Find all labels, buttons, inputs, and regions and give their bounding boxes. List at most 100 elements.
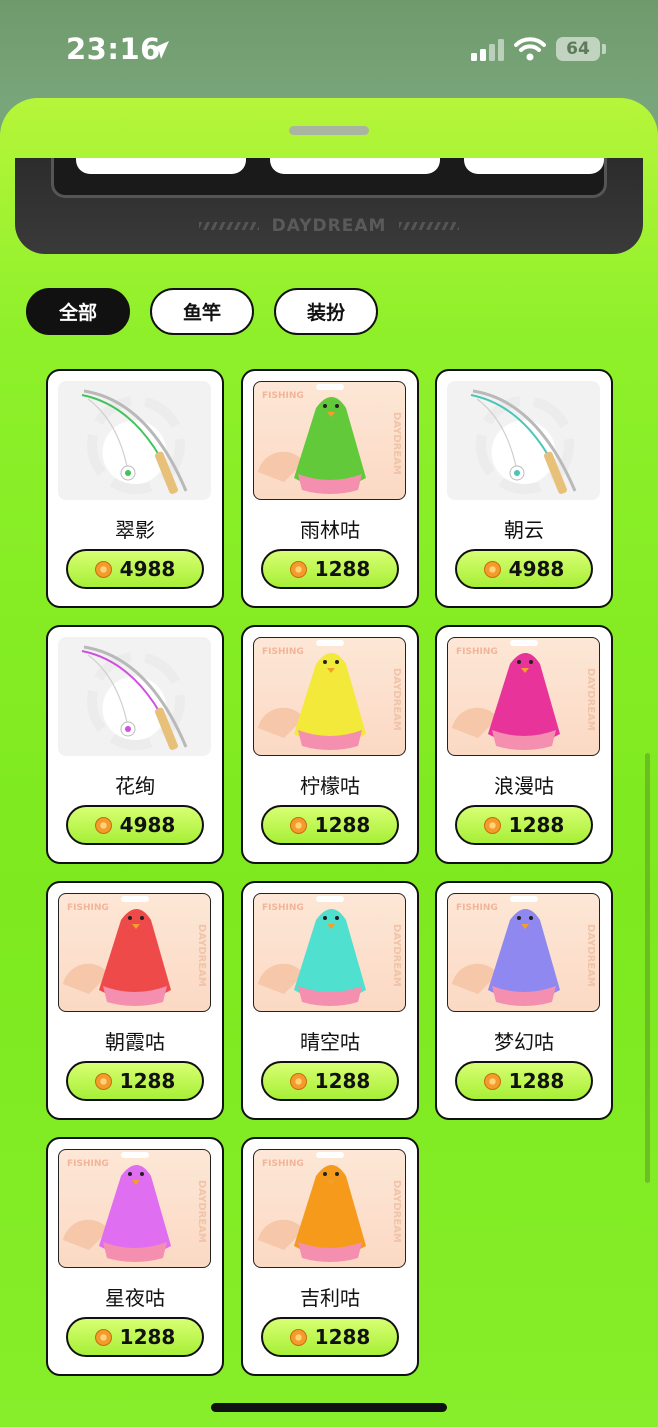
price-label: 1288	[314, 557, 371, 581]
buy-button[interactable]: 1288	[455, 805, 593, 845]
item-card[interactable]: FISHING DAYDREAM 柠檬咕 1288	[241, 625, 419, 864]
coin-icon	[289, 1328, 307, 1346]
gu-bird-image: FISHING DAYDREAM	[253, 1149, 406, 1268]
display-slot	[76, 158, 246, 174]
coin-icon	[289, 560, 307, 578]
price-label: 1288	[508, 813, 565, 837]
status-time: 23:16	[66, 32, 161, 66]
battery-cap	[602, 44, 606, 54]
item-card[interactable]: FISHING DAYDREAM 星夜咕 1288	[46, 1137, 224, 1376]
svg-text:DAYDREAM: DAYDREAM	[391, 1180, 402, 1243]
buy-button[interactable]: 1288	[66, 1061, 204, 1101]
svg-text:FISHING: FISHING	[262, 903, 304, 913]
item-name: 翠影	[115, 518, 155, 542]
buy-button[interactable]: 4988	[66, 805, 204, 845]
svg-text:FISHING: FISHING	[456, 903, 498, 913]
category-tabs: 全部 鱼竿 装扮	[26, 288, 378, 335]
buy-button[interactable]: 1288	[66, 1317, 204, 1357]
svg-text:DAYDREAM: DAYDREAM	[391, 668, 402, 731]
item-name: 雨林咕	[300, 518, 360, 542]
coin-icon	[289, 816, 307, 834]
svg-text:DAYDREAM: DAYDREAM	[585, 924, 596, 987]
svg-text:FISHING: FISHING	[456, 647, 498, 657]
svg-text:DAYDREAM: DAYDREAM	[585, 668, 596, 731]
gu-bird-image: FISHING DAYDREAM	[447, 637, 600, 756]
gu-bird-image: FISHING DAYDREAM	[253, 637, 406, 756]
gu-bird-image: FISHING DAYDREAM	[253, 381, 406, 500]
item-card[interactable]: FISHING DAYDREAM 雨林咕 1288	[241, 369, 419, 608]
buy-button[interactable]: 1288	[261, 805, 399, 845]
battery-level: 64	[556, 37, 600, 61]
home-indicator[interactable]	[211, 1403, 447, 1412]
item-card[interactable]: FISHING DAYDREAM 浪漫咕 1288	[435, 625, 613, 864]
coin-icon	[289, 1072, 307, 1090]
location-arrow-icon	[151, 41, 169, 59]
display-slot	[464, 158, 604, 174]
fishing-rod-image	[58, 637, 211, 756]
buy-button[interactable]: 4988	[455, 549, 593, 589]
price-label: 4988	[119, 813, 176, 837]
gu-bird-image: FISHING DAYDREAM	[447, 893, 600, 1012]
item-card[interactable]: FISHING DAYDREAM 吉利咕 1288	[241, 1137, 419, 1376]
svg-text:FISHING: FISHING	[262, 391, 304, 401]
svg-text:FISHING: FISHING	[67, 903, 109, 913]
buy-button[interactable]: 4988	[66, 549, 204, 589]
coin-icon	[94, 816, 112, 834]
item-name: 花绚	[115, 774, 155, 798]
coin-icon	[94, 1328, 112, 1346]
svg-text:DAYDREAM: DAYDREAM	[196, 924, 207, 987]
buy-button[interactable]: 1288	[261, 1317, 399, 1357]
price-label: 1288	[119, 1325, 176, 1349]
display-panel: DAYDREAM	[15, 158, 643, 254]
tab-rods[interactable]: 鱼竿	[150, 288, 254, 335]
buy-button[interactable]: 1288	[455, 1061, 593, 1101]
display-screen	[51, 158, 607, 198]
wifi-icon	[514, 37, 546, 61]
fishing-rod-image	[447, 381, 600, 500]
coin-icon	[94, 1072, 112, 1090]
price-label: 1288	[314, 1069, 371, 1093]
item-name: 朝霞咕	[105, 1030, 165, 1054]
display-slot	[270, 158, 440, 174]
tab-all[interactable]: 全部	[26, 288, 130, 335]
item-card[interactable]: FISHING DAYDREAM 朝霞咕 1288	[46, 881, 224, 1120]
buy-button[interactable]: 1288	[261, 1061, 399, 1101]
item-card[interactable]: FISHING DAYDREAM 梦幻咕 1288	[435, 881, 613, 1120]
svg-text:DAYDREAM: DAYDREAM	[391, 924, 402, 987]
price-label: 1288	[314, 813, 371, 837]
gu-bird-image: FISHING DAYDREAM	[58, 893, 211, 1012]
coin-icon	[94, 560, 112, 578]
svg-text:FISHING: FISHING	[262, 647, 304, 657]
item-card[interactable]: 花绚 4988	[46, 625, 224, 864]
cellular-signal-icon	[471, 39, 504, 61]
status-bar: 23:16 64	[0, 0, 658, 100]
gu-bird-image: FISHING DAYDREAM	[253, 893, 406, 1012]
item-card[interactable]: 朝云 4988	[435, 369, 613, 608]
svg-text:DAYDREAM: DAYDREAM	[196, 1180, 207, 1243]
svg-text:FISHING: FISHING	[67, 1159, 109, 1169]
item-name: 星夜咕	[105, 1286, 165, 1310]
item-card[interactable]: FISHING DAYDREAM 晴空咕 1288	[241, 881, 419, 1120]
item-name: 吉利咕	[300, 1286, 360, 1310]
buy-button[interactable]: 1288	[261, 549, 399, 589]
price-label: 1288	[119, 1069, 176, 1093]
coin-icon	[483, 1072, 501, 1090]
price-label: 4988	[508, 557, 565, 581]
price-label: 4988	[119, 557, 176, 581]
item-name: 浪漫咕	[494, 774, 554, 798]
decor-stripes	[399, 222, 459, 230]
item-name: 朝云	[504, 518, 544, 542]
sheet-grabber[interactable]	[289, 126, 369, 135]
price-label: 1288	[314, 1325, 371, 1349]
tab-outfits[interactable]: 装扮	[274, 288, 378, 335]
brand-label: DAYDREAM	[271, 216, 387, 236]
scroll-indicator	[645, 753, 650, 1183]
item-name: 柠檬咕	[300, 774, 360, 798]
coin-icon	[483, 560, 501, 578]
price-label: 1288	[508, 1069, 565, 1093]
gu-bird-image: FISHING DAYDREAM	[58, 1149, 211, 1268]
bottom-sheet: DAYDREAM 全部 鱼竿 装扮 翠影 4988 FISHING DAYDREAM 雨…	[0, 98, 658, 1427]
item-name: 梦幻咕	[494, 1030, 554, 1054]
item-card[interactable]: 翠影 4988	[46, 369, 224, 608]
fishing-rod-image	[58, 381, 211, 500]
